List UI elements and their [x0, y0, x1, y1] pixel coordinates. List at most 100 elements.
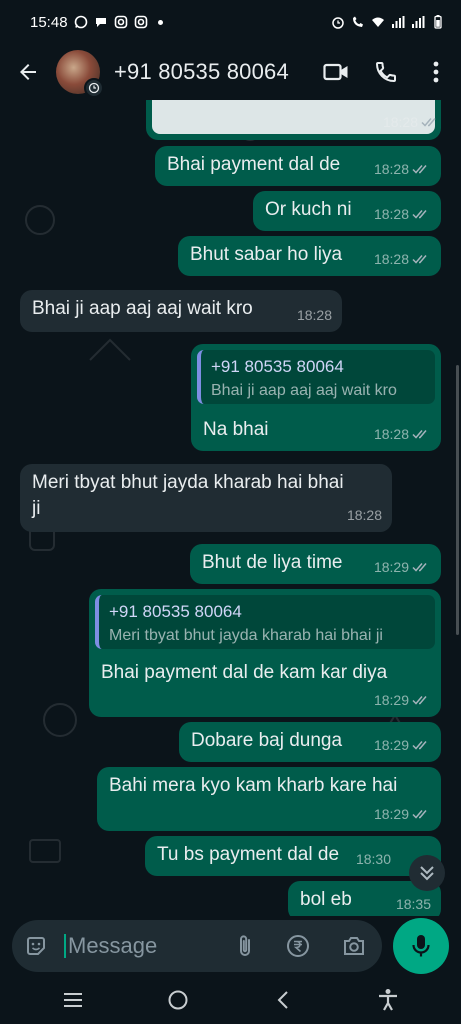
message-time: 18:28	[373, 426, 409, 442]
quoted-text: Bhai ji aap aaj aaj wait kro	[211, 382, 397, 399]
quoted-message[interactable]: +91 80535 80064 Bhai ji aap aaj aaj wait…	[197, 350, 435, 404]
wifi-icon	[371, 15, 385, 29]
camera-button[interactable]	[326, 920, 382, 972]
message-text: ji	[32, 498, 41, 519]
attach-icon	[240, 935, 250, 956]
message-text: Bhai payment dal de kam kar diya	[101, 662, 388, 683]
quoted-author: +91 80535 80064	[109, 602, 242, 621]
rupee-payment-icon	[287, 935, 309, 957]
message-text: Bahi mera kyo kam kharb kare hai	[109, 775, 398, 796]
voice-call-icon	[375, 62, 396, 83]
message-time: 18:28	[346, 507, 382, 523]
back-arrow-icon	[20, 64, 36, 80]
message-time: 18:35	[395, 896, 431, 912]
message-text: Na bhai	[203, 419, 269, 440]
message-meta: 18:28	[360, 114, 440, 136]
voice-call-button[interactable]	[361, 44, 411, 100]
more-options-button[interactable]	[411, 44, 461, 100]
quoted-message[interactable]: +91 80535 80064 Meri tbyat bhut jayda kh…	[95, 595, 435, 649]
attach-button[interactable]	[220, 920, 270, 972]
message-bubble-outgoing[interactable]: Bhut sabar ho liya 18:28	[178, 236, 441, 276]
double-tick-icon	[412, 696, 427, 705]
status-bar: 15:48	[0, 0, 461, 44]
message-bubble-outgoing[interactable]: Tu bs payment dal de 18:30	[145, 836, 441, 876]
composer: Message	[0, 916, 461, 976]
scrollbar[interactable]	[456, 365, 459, 635]
message-text: Bhai payment dal de	[167, 154, 341, 175]
message-time: 18:29	[373, 737, 409, 753]
signal-icon	[411, 15, 425, 29]
quoted-text: Meri tbyat bhut jayda kharab hai bhai ji	[109, 627, 383, 644]
message-time: 18:30	[355, 851, 391, 867]
double-tick-icon	[412, 210, 427, 219]
message-time: 18:28	[373, 206, 409, 222]
message-time: 18:28	[296, 307, 332, 323]
wifi-calling-icon	[351, 15, 365, 29]
message-bubble-outgoing[interactable]: Dobare baj dunga 18:29	[179, 722, 441, 762]
message-bubble-reply-outgoing[interactable]: +91 80535 80064 Meri tbyat bhut jayda kh…	[89, 589, 441, 717]
message-bubble-reply-outgoing[interactable]: +91 80535 80064 Bhai ji aap aaj aaj wait…	[191, 344, 441, 451]
more-options-icon	[433, 61, 439, 83]
text-cursor	[64, 934, 66, 958]
disappearing-timer-icon	[84, 78, 104, 98]
message-time: 18:28	[382, 114, 418, 130]
video-call-icon	[323, 63, 348, 81]
double-tick-icon	[412, 563, 427, 572]
status-time: 15:48	[30, 13, 68, 31]
sticker-icon	[27, 937, 45, 955]
instagram-notification-icon	[114, 15, 128, 29]
home-button[interactable]	[148, 976, 208, 1024]
system-navigation-bar	[0, 976, 461, 1024]
double-tick-icon	[412, 741, 427, 750]
double-tick-icon	[412, 810, 427, 819]
camera-icon	[344, 937, 364, 955]
sticker-button[interactable]	[12, 920, 60, 972]
message-text: Bhut de liya time	[202, 552, 343, 573]
message-bubble-outgoing[interactable]: Bhai payment dal de 18:28	[155, 146, 441, 186]
double-tick-icon	[412, 430, 427, 439]
message-input-container[interactable]: Message	[12, 920, 382, 972]
battery-icon	[431, 15, 445, 29]
instagram-notification-icon	[134, 15, 148, 29]
quoted-author: +91 80535 80064	[211, 357, 344, 376]
message-time: 18:28	[373, 251, 409, 267]
message-bubble-outgoing[interactable]: Bhut de liya time 18:29	[190, 544, 441, 584]
accessibility-button[interactable]	[358, 976, 418, 1024]
double-tick-icon	[421, 118, 436, 127]
message-text: Tu bs payment dal de	[157, 844, 340, 865]
payment-button[interactable]	[270, 920, 326, 972]
message-time: 18:28	[373, 161, 409, 177]
message-bubble-incoming[interactable]: Bhai ji aap aaj aaj wait kro 18:28	[20, 290, 342, 332]
back-button[interactable]	[0, 44, 56, 100]
message-time: 18:29	[373, 692, 409, 708]
recent-apps-button[interactable]	[43, 976, 103, 1024]
avatar[interactable]	[56, 50, 104, 98]
contact-name[interactable]: +91 80535 80064	[114, 59, 289, 85]
double-tick-icon	[412, 165, 427, 174]
message-bubble-incoming[interactable]: Meri tbyat bhut jayda kharab hai bhai ji…	[20, 464, 392, 532]
video-call-button[interactable]	[311, 44, 361, 100]
message-list[interactable]: 18:28 Bhai payment dal de 18:28 Or kuch …	[0, 100, 461, 916]
message-text: bol eb	[300, 889, 352, 910]
voice-message-button[interactable]	[393, 918, 449, 974]
message-text: Meri tbyat bhut jayda kharab hai bhai	[32, 472, 344, 493]
message-bubble-outgoing[interactable]: Bahi mera kyo kam kharb kare hai 18:29	[97, 767, 441, 831]
message-text: Bhut sabar ho liya	[190, 244, 343, 265]
double-tick-icon	[412, 255, 427, 264]
message-time: 18:29	[373, 806, 409, 822]
message-text: Bhai ji aap aaj aaj wait kro	[32, 298, 253, 319]
home-icon	[168, 990, 188, 1010]
scroll-down-icon	[420, 866, 434, 881]
message-input[interactable]: Message	[68, 933, 220, 959]
recent-apps-icon	[63, 993, 82, 1007]
message-time: 18:29	[373, 559, 409, 575]
chat-header: +91 80535 80064	[0, 44, 461, 100]
more-notifications-dot	[157, 19, 163, 25]
message-text: Or kuch ni	[265, 199, 352, 220]
alarm-icon	[331, 15, 345, 29]
chat-notification-icon	[94, 15, 108, 29]
system-back-button[interactable]	[253, 976, 313, 1024]
scroll-down-button[interactable]	[409, 855, 445, 891]
signal-icon	[391, 15, 405, 29]
message-bubble-outgoing[interactable]: Or kuch ni 18:28	[253, 191, 441, 231]
